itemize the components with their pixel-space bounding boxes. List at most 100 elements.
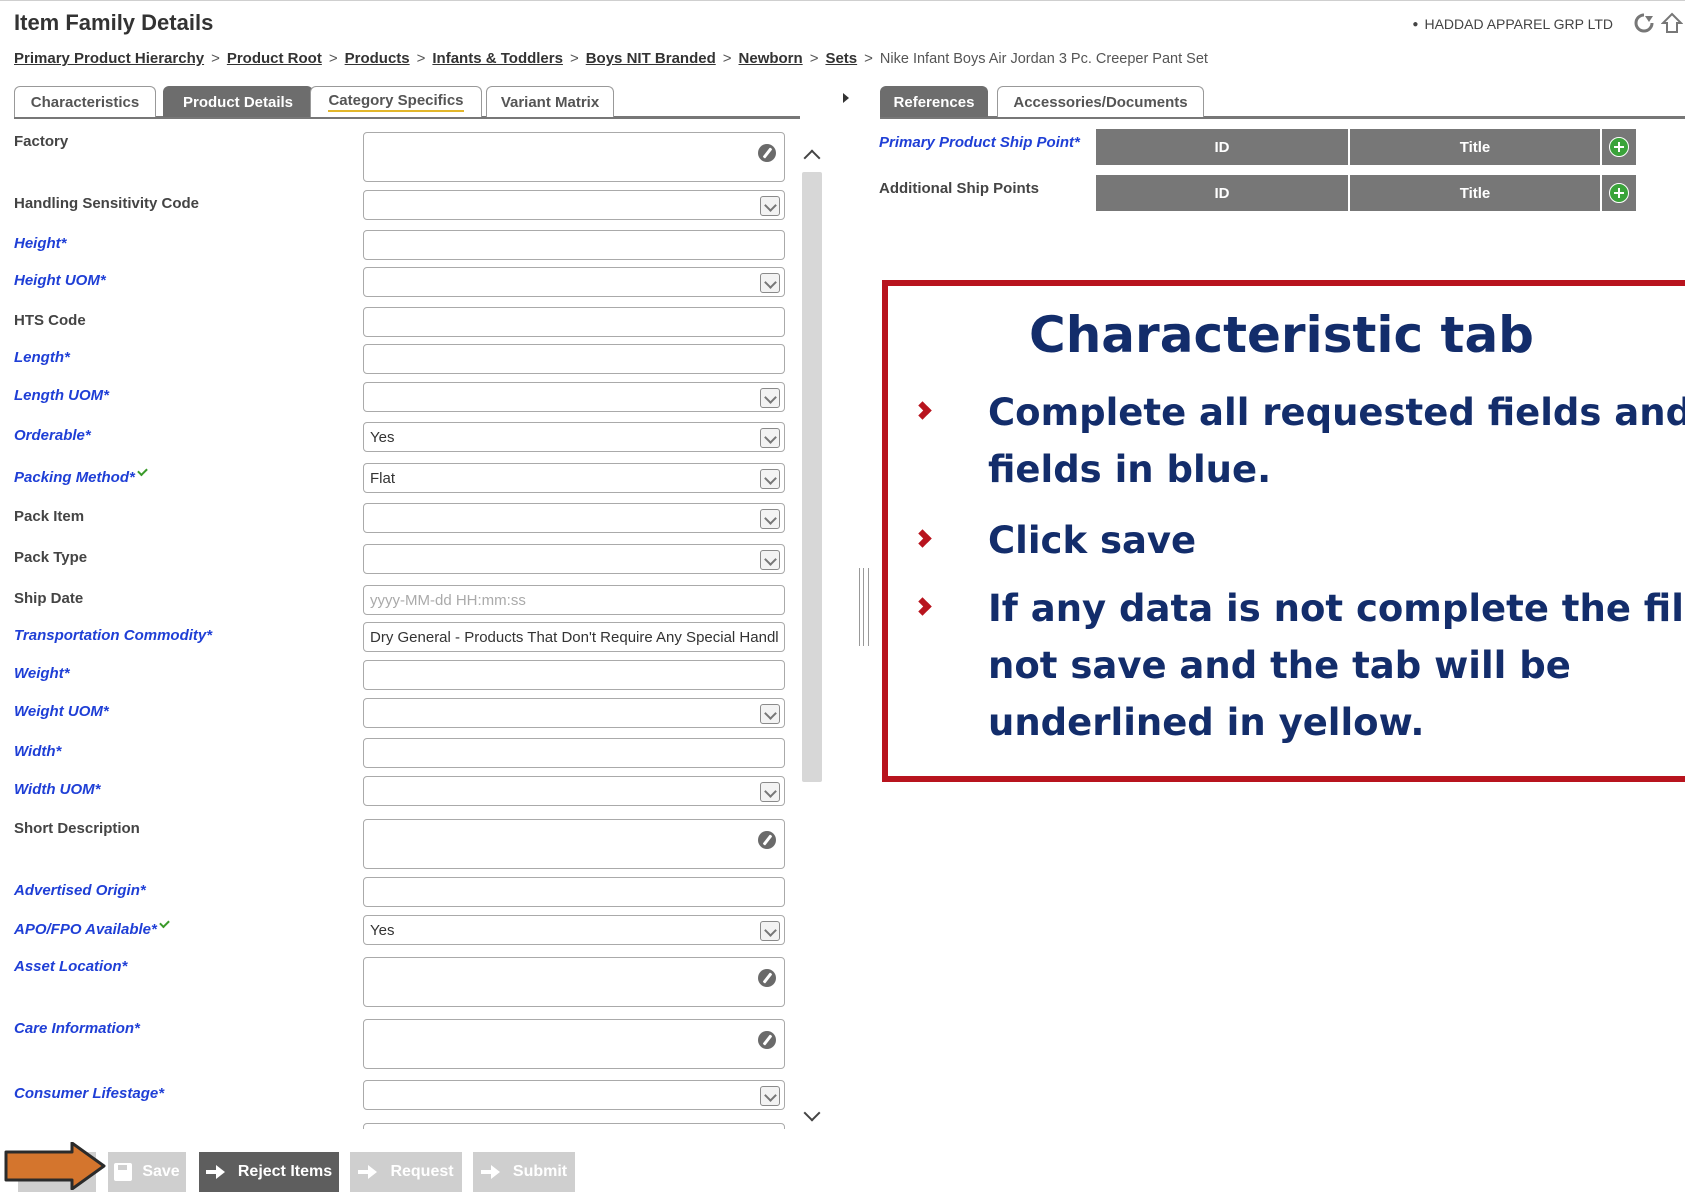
apo-fpo-select[interactable]: Yes (363, 915, 785, 945)
tab-label: Category Specifics (328, 92, 464, 112)
field-value: Flat (370, 469, 396, 487)
edit-icon[interactable] (758, 1031, 776, 1049)
breadcrumb-link-products[interactable]: Products (345, 50, 410, 67)
tab-product-details[interactable]: Product Details (163, 86, 313, 117)
length-input[interactable] (363, 344, 785, 374)
form-scrollbar[interactable] (800, 132, 824, 1132)
page-title: Item Family Details (14, 10, 214, 35)
asset-location-textarea[interactable] (363, 957, 785, 1007)
tab-label: References (893, 93, 975, 111)
chevron-down-icon[interactable] (760, 428, 780, 448)
save-button[interactable]: Save (108, 1152, 186, 1192)
col-header-id[interactable]: ID (1096, 129, 1350, 165)
field-label: Length UOM* (14, 387, 109, 404)
tab-label: Product Details (182, 93, 294, 111)
chevron-down-icon[interactable] (760, 921, 780, 941)
breadcrumb-link-sets[interactable]: Sets (825, 50, 857, 67)
scrollbar-thumb[interactable] (802, 172, 822, 782)
transportation-commodity-input[interactable]: Dry General - Products That Don't Requir… (363, 622, 785, 652)
edit-icon[interactable] (758, 969, 776, 987)
weight-uom-select[interactable] (363, 698, 785, 728)
width-input[interactable] (363, 738, 785, 768)
chevron-right-icon (913, 529, 932, 548)
height-input[interactable] (363, 230, 785, 260)
care-information-textarea[interactable] (363, 1019, 785, 1069)
company-label: HADDAD APPAREL GRP LTD (1424, 16, 1613, 32)
chevron-down-icon[interactable] (760, 509, 780, 529)
callout-line: fields in blue. (988, 448, 1272, 491)
field-label: Advertised Origin* (14, 882, 146, 899)
chevron-down-icon[interactable] (760, 196, 780, 216)
breadcrumb-link-boys-nit-branded[interactable]: Boys NIT Branded (586, 50, 716, 67)
home-icon[interactable] (1660, 11, 1684, 35)
field-label: Handling Sensitivity Code (14, 195, 200, 212)
field-label: Packing Method* (14, 465, 148, 486)
chevron-down-icon[interactable] (760, 704, 780, 724)
panel-splitter-handle[interactable] (859, 568, 869, 646)
chevron-down-icon[interactable] (760, 550, 780, 570)
next-field-partial[interactable] (363, 1123, 785, 1129)
edit-icon[interactable] (758, 144, 776, 162)
hts-code-input[interactable] (363, 307, 785, 337)
packing-method-select[interactable]: Flat (363, 463, 785, 493)
add-primary-ship-point-button[interactable] (1602, 129, 1636, 165)
field-value: Yes (370, 428, 395, 446)
primary-ship-point-table: ID Title (1096, 129, 1636, 165)
field-label: Transportation Commodity* (14, 627, 213, 644)
tab-characteristics[interactable]: Characteristics (14, 86, 156, 117)
chevron-down-icon[interactable] (760, 388, 780, 408)
orderable-select[interactable]: Yes (363, 422, 785, 452)
field-label-text: APO/FPO Available* (14, 921, 157, 938)
scroll-up-icon[interactable] (803, 149, 821, 167)
submit-button[interactable]: Submit (473, 1152, 575, 1192)
chevron-down-icon[interactable] (760, 273, 780, 293)
short-description-textarea[interactable] (363, 819, 785, 869)
handling-sensitivity-select[interactable] (363, 190, 785, 220)
chevron-down-icon[interactable] (760, 469, 780, 489)
callout-line: If any data is not complete the file w (988, 587, 1685, 630)
tab-category-specifics[interactable]: Category Specifics (310, 86, 482, 117)
col-header-id[interactable]: ID (1096, 175, 1350, 211)
advertised-origin-input[interactable] (363, 877, 785, 907)
collapse-panel-icon[interactable] (843, 93, 849, 103)
breadcrumb-link-hierarchy[interactable]: Primary Product Hierarchy (14, 50, 204, 67)
field-label: Pack Item (14, 508, 85, 525)
arrow-right-icon (358, 1165, 380, 1179)
col-header-title[interactable]: Title (1350, 129, 1602, 165)
add-additional-ship-point-button[interactable] (1602, 175, 1636, 211)
chevron-down-icon[interactable] (760, 782, 780, 802)
edit-icon[interactable] (758, 831, 776, 849)
callout-bullet-text: If any data is not complete the file w no… (988, 580, 1685, 751)
breadcrumb-separator: > (809, 50, 819, 67)
breadcrumb-link-newborn[interactable]: Newborn (739, 50, 803, 67)
tab-accessories-documents[interactable]: Accessories/Documents (997, 86, 1204, 117)
primary-ship-point-label: Primary Product Ship Point* (879, 134, 1080, 151)
field-placeholder: yyyy-MM-dd HH:mm:ss (370, 591, 526, 609)
field-label: Consumer Lifestage* (14, 1085, 165, 1102)
col-header-title[interactable]: Title (1350, 175, 1602, 211)
height-uom-select[interactable] (363, 267, 785, 297)
breadcrumb-separator: > (864, 50, 873, 67)
length-uom-select[interactable] (363, 382, 785, 412)
status-dot-icon: ● (1412, 19, 1419, 30)
tab-variant-matrix[interactable]: Variant Matrix (486, 86, 614, 117)
breadcrumb-link-product-root[interactable]: Product Root (227, 50, 322, 67)
button-label: Reject Items (237, 1163, 333, 1180)
pack-type-select[interactable] (363, 544, 785, 574)
tab-references[interactable]: References (880, 86, 988, 117)
reject-items-button[interactable]: Reject Items (199, 1152, 339, 1192)
additional-ship-points-label: Additional Ship Points (879, 180, 1039, 197)
tab-label: Characteristics (30, 93, 140, 111)
field-label: HTS Code (14, 312, 86, 329)
pack-item-select[interactable] (363, 503, 785, 533)
weight-input[interactable] (363, 660, 785, 690)
breadcrumb-link-infants-toddlers[interactable]: Infants & Toddlers (432, 50, 563, 67)
width-uom-select[interactable] (363, 776, 785, 806)
chevron-down-icon[interactable] (760, 1086, 780, 1106)
request-button[interactable]: Request (350, 1152, 462, 1192)
ship-date-input[interactable]: yyyy-MM-dd HH:mm:ss (363, 585, 785, 615)
scroll-down-icon[interactable] (803, 1104, 821, 1122)
consumer-lifestage-select[interactable] (363, 1080, 785, 1110)
factory-textarea[interactable] (363, 132, 785, 182)
refresh-icon[interactable] (1632, 11, 1656, 35)
